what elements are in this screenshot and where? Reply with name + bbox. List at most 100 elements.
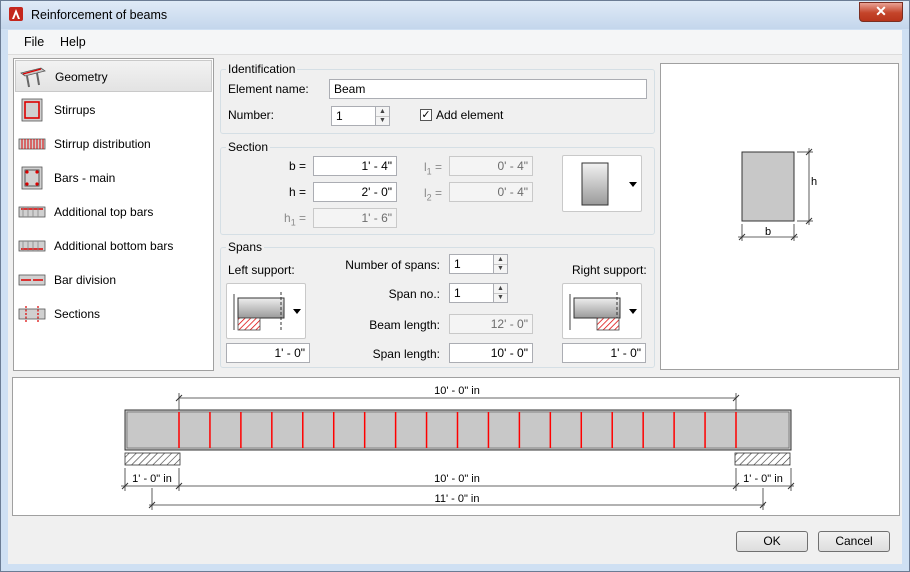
section-preview: h b (660, 63, 899, 370)
section-title: Section (226, 140, 271, 154)
bars-main-icon (21, 166, 43, 190)
preview-b-label: b (765, 226, 771, 238)
app-icon (9, 7, 23, 21)
h1-input[interactable]: 1' - 6" (313, 208, 397, 228)
span-no-stepper[interactable]: ▲ ▼ (493, 283, 508, 303)
l1-label: l1 = (424, 160, 442, 176)
nav-label-additional-top-bars: Additional top bars (54, 205, 154, 219)
nav-label-stirrup-distribution: Stirrup distribution (54, 137, 151, 151)
menu-bar: File Help (8, 30, 902, 55)
right-support-label: Right support: (572, 263, 647, 277)
right-support-dimension-text: 1' - 0" in (743, 473, 783, 485)
title-bar[interactable]: Reinforcement of beams ✕ (1, 1, 909, 29)
nav-label-sections: Sections (54, 307, 101, 321)
spans-title: Spans (226, 240, 265, 254)
left-support-icon (233, 292, 285, 331)
number-of-spans-input[interactable]: 1 (449, 254, 494, 274)
left-support-dimension-text: 1' - 0" in (132, 473, 172, 485)
spin-down-icon[interactable]: ▼ (376, 116, 389, 125)
nav-label-geometry: Geometry (55, 70, 108, 84)
window-title: Reinforcement of beams (31, 8, 168, 22)
left-support-label: Left support: (228, 263, 295, 277)
l2-subscript: 2 (426, 192, 432, 203)
left-support-hatch (124, 452, 181, 466)
span-dimension-text: 10' - 0" in (434, 473, 480, 485)
left-support-width-input[interactable]: 1' - 0" (226, 343, 310, 363)
beam-length-label: Beam length: (369, 318, 440, 332)
stirrup-distribution-icon (18, 138, 46, 150)
nav-label-additional-bottom-bars: Additional bottom bars (54, 239, 174, 253)
sections-icon (18, 306, 46, 322)
b-input[interactable]: 1' - 4" (313, 156, 397, 176)
h1-letter: h (284, 211, 291, 225)
number-of-spans-label: Number of spans: (345, 258, 440, 272)
nav-label-stirrups: Stirrups (54, 103, 96, 117)
cancel-button[interactable]: Cancel (818, 531, 890, 552)
section-shape-combo[interactable] (562, 155, 642, 212)
number-of-spans-stepper[interactable]: ▲ ▼ (493, 254, 508, 274)
total-dimension-text: 11' - 0" in (435, 493, 480, 505)
chevron-down-icon (293, 309, 301, 314)
dialog-client: File Help Geometry Stirrups Stirrup dist… (8, 30, 902, 564)
nav-item-geometry[interactable]: Geometry (15, 60, 212, 92)
spin-down-icon[interactable]: ▼ (494, 264, 507, 273)
l1-subscript: 1 (426, 166, 432, 177)
add-element-checkbox[interactable]: ✓ (420, 109, 432, 121)
right-support-width-input[interactable]: 1' - 0" (562, 343, 646, 363)
rectangular-section-icon (581, 162, 609, 206)
right-support-hatch (734, 452, 791, 466)
nav-item-stirrups[interactable]: Stirrups (15, 94, 212, 126)
right-support-combo[interactable] (562, 283, 642, 339)
h1-equals: = (299, 211, 307, 225)
nav-item-bars-main[interactable]: Bars - main (15, 162, 212, 194)
span-length-input[interactable]: 10' - 0" (449, 343, 533, 363)
h-label: h = (289, 185, 307, 199)
number-stepper[interactable]: ▲ ▼ (375, 106, 390, 126)
close-icon: ✕ (875, 3, 887, 19)
h1-subscript: 1 (290, 217, 296, 228)
geometry-icon (20, 67, 46, 88)
span-length-label: Span length: (372, 347, 440, 361)
chevron-down-icon (629, 309, 637, 314)
dialog-window: Reinforcement of beams ✕ File Help Geome… (0, 0, 910, 572)
nav-item-additional-bottom-bars[interactable]: Additional bottom bars (15, 230, 212, 262)
nav-item-bar-division[interactable]: Bar division (15, 264, 212, 296)
beam-elevation-drawing: 10' - 0" in 1' - 0" in 10' - 0" in 1' - … (121, 385, 795, 510)
h1-label: h1 = (284, 211, 306, 227)
nav-item-additional-top-bars[interactable]: Additional top bars (15, 196, 212, 228)
number-input[interactable]: 1 (331, 106, 376, 126)
nav-item-stirrup-distribution[interactable]: Stirrup distribution (15, 128, 212, 160)
span-no-input[interactable]: 1 (449, 283, 494, 303)
l2-label: l2 = (424, 186, 442, 202)
left-support-combo[interactable] (226, 283, 306, 339)
ok-button[interactable]: OK (736, 531, 808, 552)
l1-equals: = (435, 160, 443, 174)
beam-length-input[interactable]: 12' - 0" (449, 314, 533, 334)
menu-help[interactable]: Help (60, 35, 86, 49)
close-button[interactable]: ✕ (859, 2, 903, 22)
additional-bottom-bars-icon (18, 240, 46, 252)
nav-item-sections[interactable]: Sections (15, 298, 212, 330)
span-no-label: Span no.: (388, 287, 440, 301)
menu-file[interactable]: File (24, 35, 44, 49)
h-input[interactable]: 2' - 0" (313, 182, 397, 202)
l2-equals: = (435, 186, 443, 200)
preview-h-label: h (811, 176, 817, 188)
additional-top-bars-icon (18, 206, 46, 218)
number-label: Number: (228, 108, 275, 122)
element-name-input[interactable]: Beam (329, 79, 647, 99)
nav-label-bars-main: Bars - main (54, 171, 116, 185)
chevron-down-icon (629, 181, 637, 187)
element-name-label: Element name: (228, 82, 309, 96)
top-dimension-text: 10' - 0" in (434, 385, 480, 397)
navigation-list: Geometry Stirrups Stirrup distribution B… (13, 58, 214, 371)
bar-division-icon (18, 274, 46, 286)
l1-input[interactable]: 0' - 4" (449, 156, 533, 176)
l2-input[interactable]: 0' - 4" (449, 182, 533, 202)
identification-title: Identification (226, 62, 298, 76)
add-element-label: Add element (436, 108, 504, 122)
stirrups-icon (21, 98, 43, 122)
beam-elevation-view: 10' - 0" in 1' - 0" in 10' - 0" in 1' - … (12, 377, 900, 516)
spin-down-icon[interactable]: ▼ (494, 293, 507, 302)
nav-label-bar-division: Bar division (54, 273, 117, 287)
